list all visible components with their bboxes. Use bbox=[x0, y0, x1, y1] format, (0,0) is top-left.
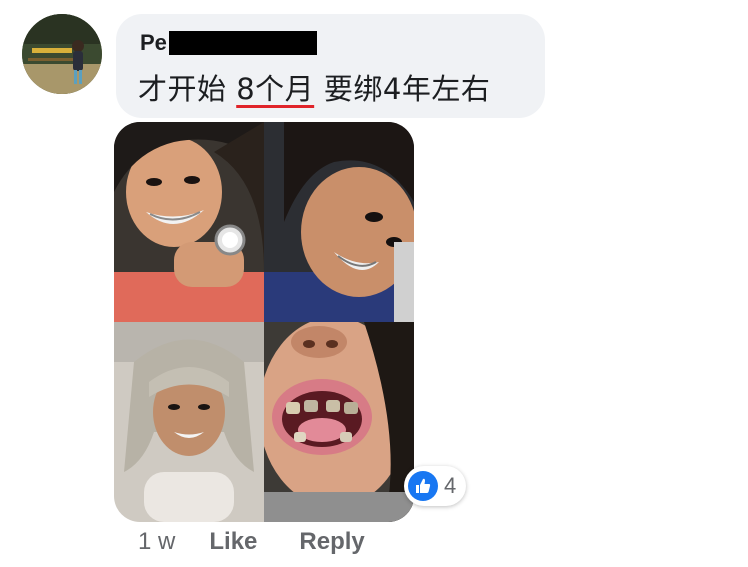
photo-image bbox=[264, 322, 414, 522]
author-name-text[interactable]: Pe bbox=[140, 30, 167, 56]
author-name[interactable]: Pe bbox=[140, 30, 317, 56]
photo-bottom-left[interactable] bbox=[114, 322, 264, 522]
photo-bottom-right[interactable] bbox=[264, 322, 414, 522]
photo-image bbox=[114, 322, 264, 522]
photo-image bbox=[114, 122, 264, 322]
comment-actions: 1 w Like Reply bbox=[138, 528, 407, 556]
like-button[interactable]: Like bbox=[209, 528, 257, 556]
comment-text-underlined: 8个月 bbox=[236, 72, 315, 106]
photo-image bbox=[264, 122, 414, 322]
photo-gallery bbox=[114, 122, 414, 522]
thumbs-up-icon bbox=[408, 471, 438, 501]
avatar-image bbox=[22, 14, 102, 94]
comment-text: 才开始 8个月 要绑4年左右 bbox=[138, 66, 490, 108]
photo-top-left[interactable] bbox=[114, 122, 264, 322]
avatar[interactable] bbox=[22, 14, 102, 94]
redaction-bar bbox=[168, 31, 317, 55]
reaction-summary[interactable]: 4 bbox=[404, 466, 467, 506]
comment-bubble: Pe 才开始 8个月 要绑4年左右 bbox=[116, 14, 545, 118]
comment: Pe 才开始 8个月 要绑4年左右 4 1 w Like Reply bbox=[0, 0, 748, 567]
reply-button[interactable]: Reply bbox=[299, 528, 364, 556]
timestamp[interactable]: 1 w bbox=[138, 528, 175, 556]
comment-text-start: 才开始 bbox=[138, 72, 237, 106]
photo-top-right[interactable] bbox=[264, 122, 414, 322]
comment-text-end: 要绑4年左右 bbox=[314, 72, 491, 106]
reaction-count: 4 bbox=[444, 473, 457, 498]
